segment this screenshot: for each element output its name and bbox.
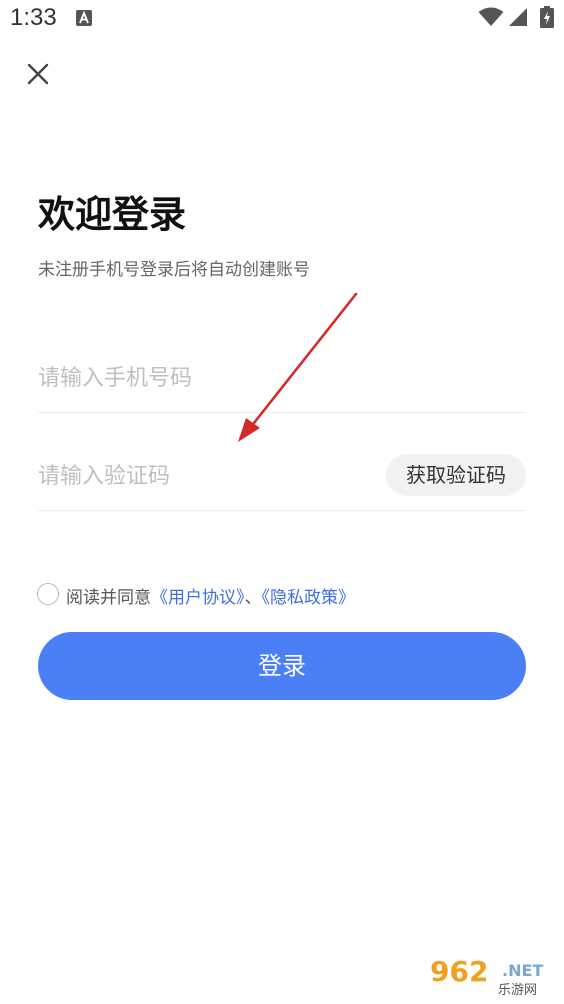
privacy-policy-link[interactable]: 《隐私政策》 <box>262 588 356 608</box>
status-bar: 1:33 <box>0 0 564 40</box>
signal-icon <box>509 8 527 26</box>
page-title: 欢迎登录 <box>38 193 186 236</box>
agreement-separator: 、 <box>244 588 262 608</box>
phone-field <box>38 340 526 413</box>
font-a-icon <box>76 10 92 26</box>
agreement-prefix: 阅读并同意 <box>66 588 151 608</box>
status-time: 1:33 <box>10 4 57 31</box>
battery-charging-icon <box>540 6 554 28</box>
close-icon[interactable] <box>22 58 54 90</box>
phone-input[interactable] <box>38 358 368 398</box>
svg-text:.NET: .NET <box>502 961 543 980</box>
verification-code-field: 获取验证码 <box>38 438 526 511</box>
wifi-icon <box>478 7 504 26</box>
agreement-checkbox[interactable] <box>37 583 59 605</box>
page-subtitle: 未注册手机号登录后将自动创建账号 <box>38 260 310 280</box>
verification-code-input[interactable] <box>38 456 368 496</box>
login-button[interactable]: 登录 <box>38 632 526 700</box>
agreement-text: 阅读并同意《用户协议》、《隐私政策》 <box>66 583 355 608</box>
user-agreement-link[interactable]: 《用户协议》 <box>151 588 245 608</box>
watermark-logo: 962 .NET 乐游网 <box>424 954 560 998</box>
get-code-button[interactable]: 获取验证码 <box>386 454 526 496</box>
svg-text:乐游网: 乐游网 <box>498 983 537 998</box>
svg-text:962: 962 <box>430 955 488 988</box>
